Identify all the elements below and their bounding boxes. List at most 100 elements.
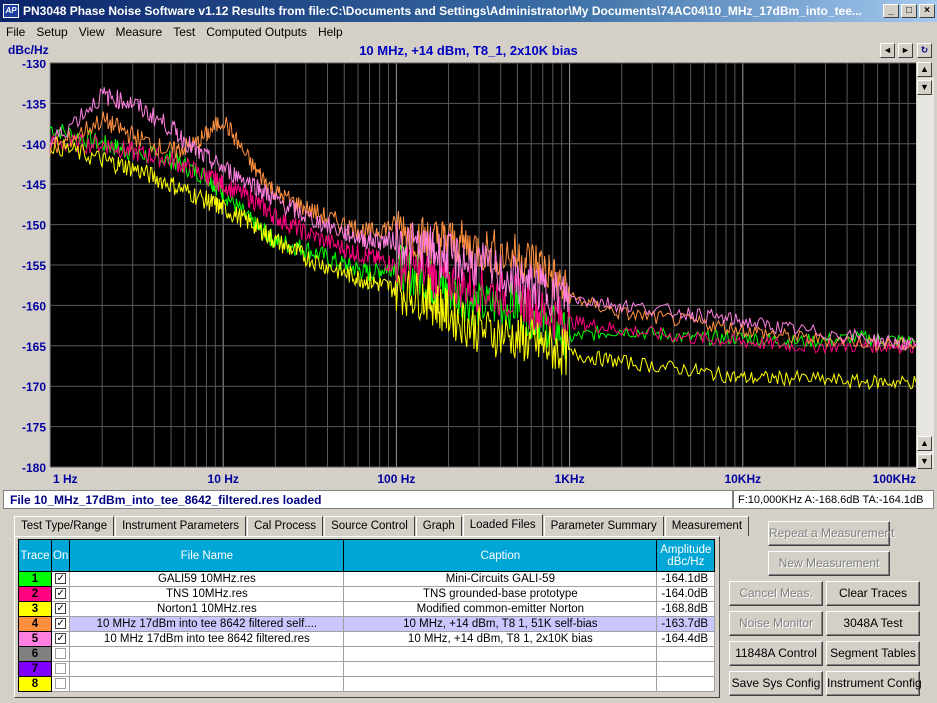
segment-tables-button[interactable]: Segment Tables bbox=[826, 641, 920, 666]
amplitude-cell[interactable] bbox=[656, 676, 716, 692]
menu-file[interactable]: File bbox=[0, 25, 30, 39]
save-sys-config-button[interactable]: Save Sys Config bbox=[729, 671, 823, 696]
amplitude-cell[interactable]: -163.7dB bbox=[656, 616, 716, 632]
tab-parameter-summary[interactable]: Parameter Summary bbox=[543, 516, 664, 536]
checkmark-icon[interactable]: ✓ bbox=[55, 573, 67, 585]
y-tick-label: -150 bbox=[22, 219, 46, 233]
amplitude-cell[interactable] bbox=[656, 646, 716, 662]
trace-on-checkbox[interactable]: ✓ bbox=[50, 631, 71, 647]
file-name-cell[interactable]: 10 MHz 17dBm into tee 8642 filtered self… bbox=[69, 616, 345, 632]
tab-measurement[interactable]: Measurement bbox=[664, 516, 750, 536]
maximize-button[interactable]: □ bbox=[901, 4, 917, 18]
empty-checkbox-icon[interactable] bbox=[55, 648, 67, 660]
menu-computed-outputs[interactable]: Computed Outputs bbox=[200, 25, 312, 39]
3048a-test-button[interactable]: 3048A Test bbox=[826, 611, 920, 636]
caption-cell[interactable]: Mini-Circuits GALI-59 bbox=[343, 571, 658, 587]
header-caption: Caption bbox=[343, 539, 658, 572]
empty-checkbox-icon[interactable] bbox=[55, 663, 67, 675]
minimize-button[interactable]: _ bbox=[883, 4, 899, 18]
header-trace: Trace bbox=[18, 539, 52, 572]
menu-measure[interactable]: Measure bbox=[110, 25, 168, 39]
menu-help[interactable]: Help bbox=[312, 25, 348, 39]
scroll-down-bottom-icon[interactable]: ▼ bbox=[917, 454, 932, 469]
trace-number: 5 bbox=[18, 631, 52, 647]
file-name-cell[interactable]: GALI59 10MHz.res bbox=[69, 571, 345, 587]
scroll-left-icon[interactable]: ◄ bbox=[880, 43, 895, 58]
amplitude-cell[interactable]: -164.4dB bbox=[656, 631, 716, 647]
clear-traces-button[interactable]: Clear Traces bbox=[826, 581, 920, 606]
y-tick-label: -155 bbox=[22, 259, 46, 273]
table-row[interactable]: 8 bbox=[18, 676, 716, 692]
checkmark-icon[interactable]: ✓ bbox=[55, 633, 67, 645]
instrument-config-button[interactable]: Instrument Config bbox=[826, 671, 922, 696]
scroll-right-icon[interactable]: ► bbox=[898, 43, 913, 58]
file-name-cell[interactable] bbox=[69, 661, 345, 677]
file-name-cell[interactable]: Norton1 10MHz.res bbox=[69, 601, 345, 617]
file-name-cell[interactable]: TNS 10MHz.res bbox=[69, 586, 345, 602]
amplitude-cell[interactable]: -164.1dB bbox=[656, 571, 716, 587]
scroll-up-icon[interactable]: ▲ bbox=[917, 62, 932, 77]
menu-view[interactable]: View bbox=[73, 25, 110, 39]
file-name-cell[interactable] bbox=[69, 676, 345, 692]
trace-number: 3 bbox=[18, 601, 52, 617]
trace-on-checkbox[interactable]: ✓ bbox=[50, 571, 71, 587]
file-name-cell[interactable]: 10 MHz 17dBm into tee 8642 filtered.res bbox=[69, 631, 345, 647]
tab-source-control[interactable]: Source Control bbox=[324, 516, 415, 536]
table-row[interactable]: 2 ✓ TNS 10MHz.res TNS grounded-base prototy… bbox=[18, 586, 716, 602]
tab-loaded-files[interactable]: Loaded Files bbox=[462, 514, 543, 536]
caption-cell[interactable]: 10 MHz, +14 dBm, T8 1, 2x10K bias bbox=[343, 631, 658, 647]
empty-checkbox-icon[interactable] bbox=[55, 678, 67, 690]
y-tick-label: -175 bbox=[22, 421, 46, 435]
trace-on-checkbox[interactable]: ✓ bbox=[50, 586, 71, 602]
amplitude-cell[interactable]: -168.8dB bbox=[656, 601, 716, 617]
repeat-measurement-button[interactable]: Repeat a Measurement bbox=[768, 521, 894, 546]
refresh-icon[interactable]: ↻ bbox=[917, 43, 932, 58]
caption-cell[interactable] bbox=[343, 646, 658, 662]
tab-graph[interactable]: Graph bbox=[415, 516, 462, 536]
menu-setup[interactable]: Setup bbox=[30, 25, 72, 39]
caption-cell[interactable] bbox=[343, 661, 658, 677]
table-row[interactable]: 7 bbox=[18, 661, 716, 677]
caption-cell[interactable]: TNS grounded-base prototype bbox=[343, 586, 658, 602]
x-tick-label: 100KHz bbox=[873, 472, 916, 486]
trace-on-checkbox[interactable] bbox=[50, 646, 71, 662]
checkmark-icon[interactable]: ✓ bbox=[55, 588, 67, 600]
trace-number: 1 bbox=[18, 571, 52, 587]
tab-cal-process[interactable]: Cal Process bbox=[247, 516, 324, 536]
table-row[interactable]: 4 ✓ 10 MHz 17dBm into tee 8642 filtered se… bbox=[18, 616, 716, 632]
trace-on-checkbox[interactable] bbox=[50, 676, 71, 692]
noise-monitor-button[interactable]: Noise Monitor bbox=[729, 611, 823, 636]
checkmark-icon[interactable]: ✓ bbox=[55, 603, 67, 615]
table-row[interactable]: 3 ✓ Norton1 10MHz.res Modified common-emitt… bbox=[18, 601, 716, 617]
amplitude-cell[interactable] bbox=[656, 661, 716, 677]
unit-label: dBc/Hz bbox=[8, 43, 49, 57]
close-button[interactable]: × bbox=[919, 4, 935, 18]
tab-test-type-range[interactable]: Test Type/Range bbox=[14, 516, 115, 536]
menu-test[interactable]: Test bbox=[167, 25, 200, 39]
vertical-scrollbar[interactable] bbox=[917, 78, 934, 468]
x-tick-label: 1KHz bbox=[555, 472, 585, 486]
cancel-measurement-button[interactable]: Cancel Meas. bbox=[729, 581, 823, 606]
trace-on-checkbox[interactable] bbox=[50, 661, 71, 677]
table-header-row: Trace On File Name Caption Amplitude dBc… bbox=[18, 539, 716, 572]
checkmark-icon[interactable]: ✓ bbox=[55, 618, 67, 630]
x-tick-label: 10KHz bbox=[724, 472, 761, 486]
y-tick-label: -160 bbox=[22, 299, 46, 313]
11848a-control-button[interactable]: 11848A Control bbox=[729, 641, 823, 666]
trace-on-checkbox[interactable]: ✓ bbox=[50, 601, 71, 617]
scroll-down-icon[interactable]: ▼ bbox=[917, 80, 932, 95]
scroll-up-bottom-icon[interactable]: ▲ bbox=[917, 436, 932, 451]
caption-cell[interactable] bbox=[343, 676, 658, 692]
table-row[interactable]: 6 bbox=[18, 646, 716, 662]
table-row[interactable]: 1 ✓ GALI59 10MHz.res Mini-Circuits GALI-59-… bbox=[18, 571, 716, 587]
trace-on-checkbox[interactable]: ✓ bbox=[50, 616, 71, 632]
amplitude-cell[interactable]: -164.0dB bbox=[656, 586, 716, 602]
trace-number: 6 bbox=[18, 646, 52, 662]
caption-cell[interactable]: Modified common-emitter Norton bbox=[343, 601, 658, 617]
new-measurement-button[interactable]: New Measurement bbox=[768, 551, 890, 576]
table-row[interactable]: 5 ✓ 10 MHz 17dBm into tee 8642 filtered.re… bbox=[18, 631, 716, 647]
tab-instrument-parameters[interactable]: Instrument Parameters bbox=[115, 516, 247, 536]
y-tick-label: -140 bbox=[22, 138, 46, 152]
caption-cell[interactable]: 10 MHz, +14 dBm, T8 1, 51K self-bias bbox=[343, 616, 658, 632]
file-name-cell[interactable] bbox=[69, 646, 345, 662]
